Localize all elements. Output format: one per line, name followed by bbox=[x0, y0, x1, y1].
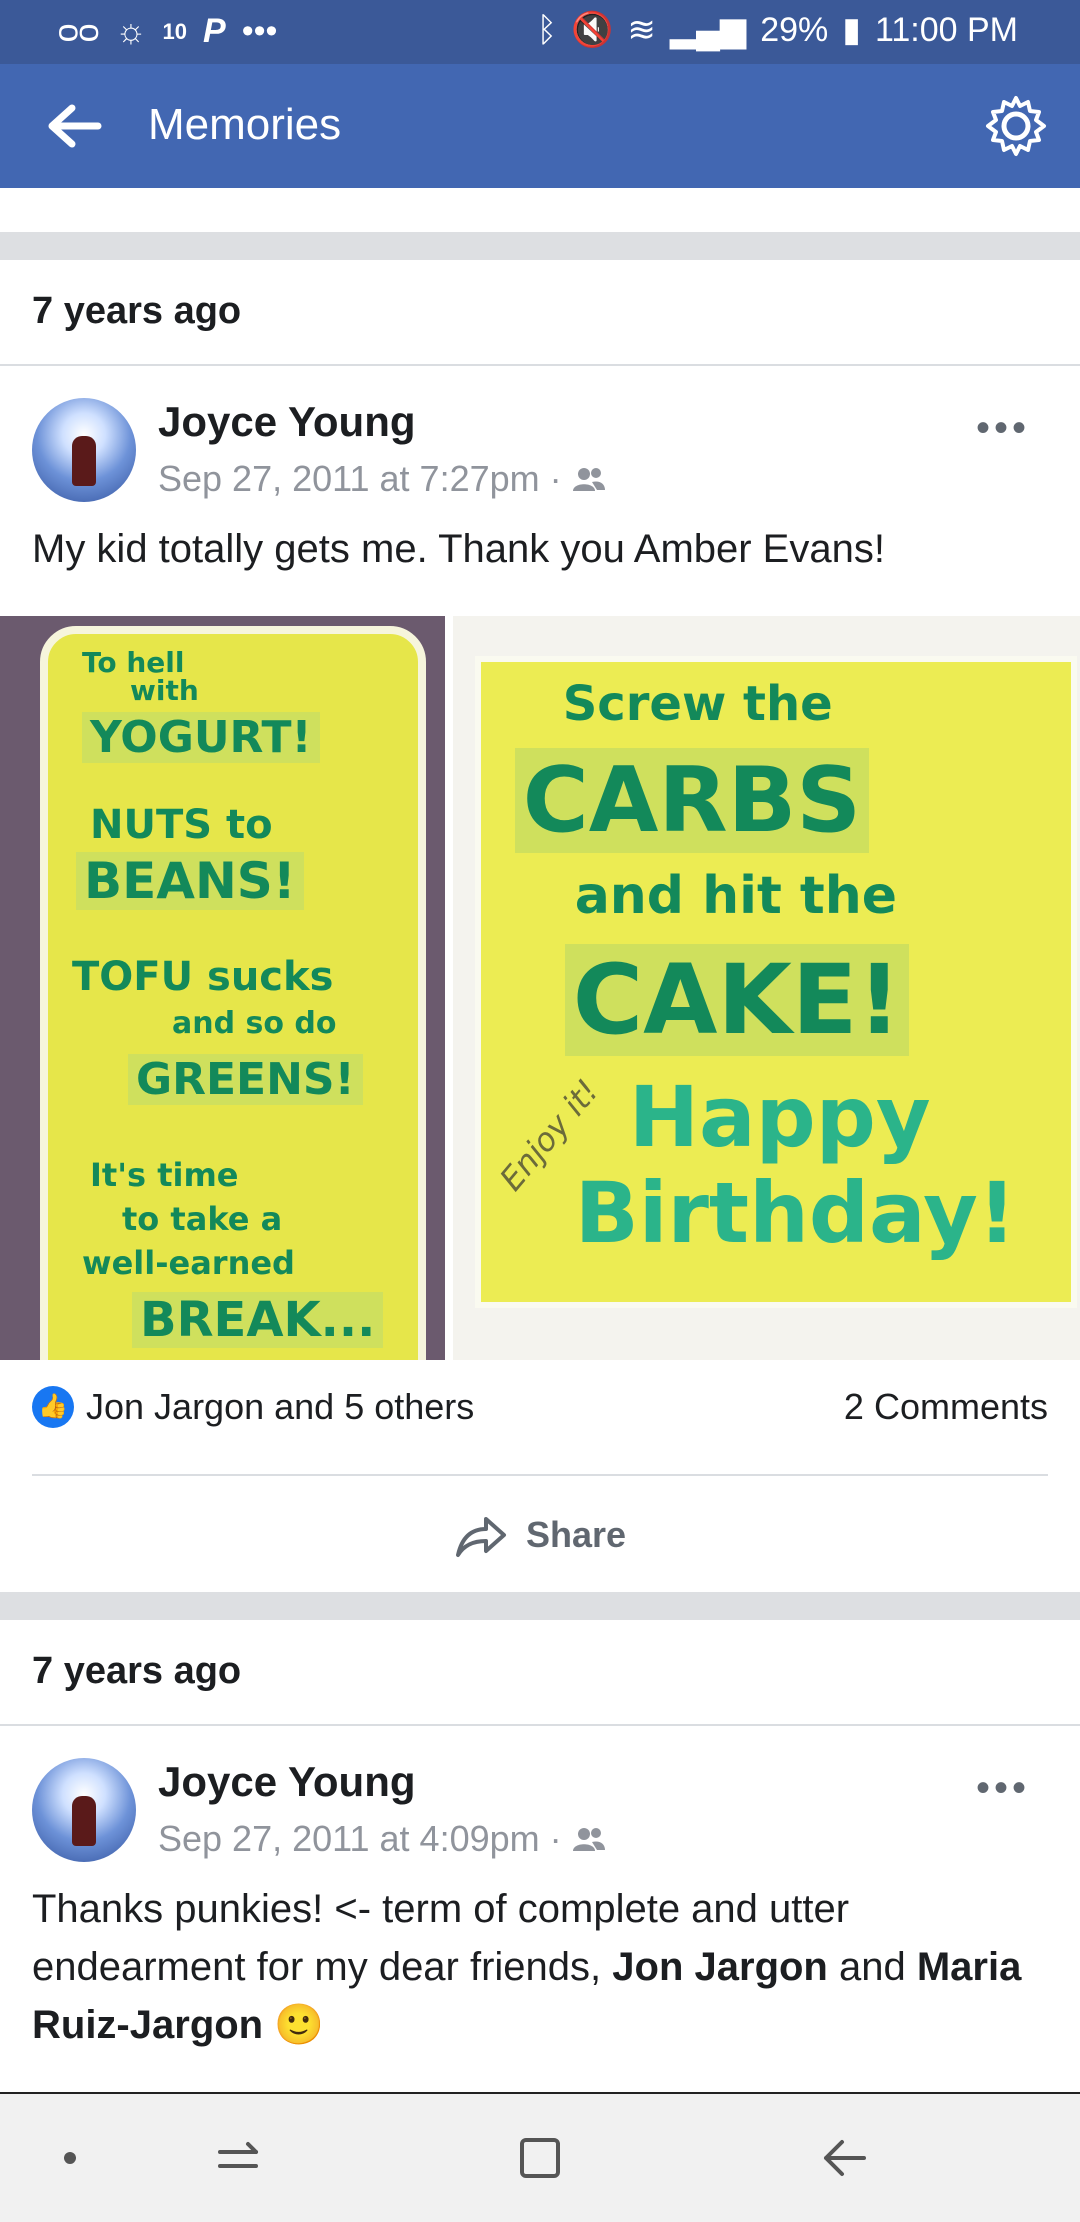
back-arrow-icon bbox=[48, 104, 102, 148]
back-icon bbox=[824, 2140, 866, 2176]
card-text: NUTS to bbox=[90, 802, 273, 848]
home-square-icon bbox=[520, 2138, 560, 2178]
avatar[interactable] bbox=[32, 398, 136, 502]
card-text: CAKE! bbox=[564, 944, 910, 1056]
photo-left[interactable]: To hell with YOGURT! NUTS to BEANS! TOFU… bbox=[0, 616, 445, 1360]
card-text: well-earned bbox=[82, 1244, 295, 1282]
share-button[interactable]: Share bbox=[0, 1478, 1080, 1592]
post-text-part: and bbox=[827, 1945, 917, 1989]
card-text: to take a bbox=[122, 1200, 283, 1238]
clock: 11:00 PM bbox=[874, 10, 1018, 49]
memory-label: 7 years ago bbox=[32, 1650, 242, 1692]
smile-emoji-icon: 🙂 bbox=[263, 2003, 325, 2047]
home-button[interactable] bbox=[508, 2126, 572, 2190]
weather-icon: ☼ bbox=[115, 12, 147, 50]
author-name[interactable]: Joyce Young bbox=[158, 398, 416, 446]
post-date[interactable]: Sep 27, 2011 at 7:27pm bbox=[158, 458, 540, 500]
memory-label: 7 years ago bbox=[32, 290, 242, 332]
gear-icon bbox=[986, 96, 1046, 156]
post-text: My kid totally gets me. Thank you Amber … bbox=[32, 527, 885, 571]
friends-audience-icon bbox=[572, 1828, 605, 1851]
memory-card: 7 years ago Joyce Young Sep 27, 2011 at … bbox=[0, 260, 1080, 1592]
comments-count[interactable]: 2 Comments bbox=[844, 1386, 1048, 1428]
author-name[interactable]: Joyce Young bbox=[158, 1758, 416, 1806]
card-text: TOFU sucks bbox=[72, 954, 334, 1000]
post-text: Thanks punkies! <- term of complete and … bbox=[0, 1880, 1080, 2054]
recent-apps-button[interactable] bbox=[206, 2126, 270, 2190]
nav-dot-button[interactable] bbox=[38, 2126, 102, 2190]
avatar[interactable] bbox=[32, 1758, 136, 1862]
post-header: Joyce Young Sep 27, 2011 at 4:09pm · ••• bbox=[0, 1726, 1080, 1862]
paypal-icon: P bbox=[203, 12, 226, 50]
card-text: Happy bbox=[628, 1068, 931, 1166]
status-bar: ᴑᴑ ☼ 10 P ••• ᛒ 🔇 ≋ ▂▄▆ 29% ▮ 11:00 PM bbox=[0, 0, 1080, 64]
system-nav-bar bbox=[0, 2092, 1080, 2222]
card-text: and so do bbox=[172, 1006, 337, 1041]
back-nav-button[interactable] bbox=[812, 2126, 876, 2190]
more-notifications-icon: ••• bbox=[241, 12, 278, 50]
reactions-row[interactable]: 👍 Jon Jargon and 5 others 2 Comments bbox=[32, 1376, 1048, 1446]
card-text: BREAK... bbox=[132, 1292, 384, 1348]
wifi-icon: ≋ bbox=[627, 11, 656, 49]
battery-icon: ▮ bbox=[842, 11, 861, 49]
memory-card: 7 years ago Joyce Young Sep 27, 2011 at … bbox=[0, 1620, 1080, 2094]
recents-icon bbox=[218, 2142, 258, 2168]
share-icon bbox=[455, 1517, 506, 1557]
divider bbox=[32, 1474, 1048, 1476]
post-header: Joyce Young Sep 27, 2011 at 7:27pm · ••• bbox=[0, 366, 1080, 502]
battery-percent: 29% bbox=[760, 10, 829, 49]
like-icon: 👍 bbox=[32, 1386, 74, 1428]
memory-header: 7 years ago bbox=[0, 260, 1080, 366]
back-button[interactable] bbox=[40, 96, 110, 156]
post-options-button[interactable]: ••• bbox=[976, 1766, 1030, 1811]
separator-dot: · bbox=[549, 1818, 562, 1859]
signal-icon: ▂▄▆ bbox=[669, 11, 747, 49]
mute-icon: 🔇 bbox=[570, 11, 614, 49]
card-text: BEANS! bbox=[76, 852, 304, 910]
photo-grid: To hell with YOGURT! NUTS to BEANS! TOFU… bbox=[0, 616, 1080, 1360]
notification-count: 10 bbox=[162, 18, 188, 44]
card-text: Screw the bbox=[562, 676, 833, 732]
likes-summary[interactable]: Jon Jargon and 5 others bbox=[86, 1386, 474, 1428]
card-text: CARBS bbox=[514, 748, 870, 853]
post-date[interactable]: Sep 27, 2011 at 4:09pm bbox=[158, 1818, 540, 1860]
page-title: Memories bbox=[148, 100, 342, 149]
post-options-button[interactable]: ••• bbox=[976, 406, 1030, 451]
bluetooth-icon: ᛒ bbox=[536, 10, 557, 49]
card-text: GREENS! bbox=[128, 1054, 363, 1105]
card-text: and hit the bbox=[574, 866, 898, 926]
settings-button[interactable] bbox=[982, 92, 1050, 160]
voicemail-icon: ᴑᴑ bbox=[58, 12, 100, 50]
app-bar: Memories bbox=[0, 64, 1080, 188]
post-meta: Sep 27, 2011 at 7:27pm · bbox=[158, 458, 606, 500]
card-text: Birthday! bbox=[574, 1164, 1017, 1262]
separator-dot: · bbox=[549, 458, 562, 499]
previous-card-edge bbox=[0, 188, 1080, 232]
share-label: Share bbox=[525, 1514, 627, 1555]
tagged-person-link[interactable]: Jon Jargon bbox=[612, 1945, 828, 1989]
friends-audience-icon bbox=[572, 468, 605, 491]
card-text: It's time bbox=[90, 1156, 239, 1194]
memory-header: 7 years ago bbox=[0, 1620, 1080, 1726]
photo-right[interactable]: Screw the CARBS and hit the CAKE! Enjoy … bbox=[452, 616, 1080, 1360]
card-text: with bbox=[130, 674, 199, 707]
card-text: YOGURT! bbox=[82, 712, 320, 763]
dot-icon bbox=[64, 2152, 76, 2164]
post-meta: Sep 27, 2011 at 4:09pm · bbox=[158, 1818, 606, 1860]
